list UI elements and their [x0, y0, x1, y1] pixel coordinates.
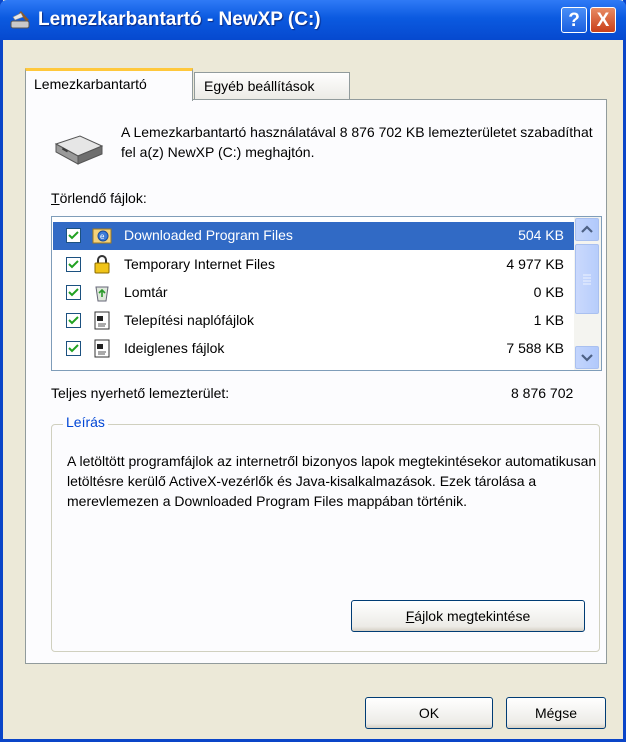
check-icon	[68, 260, 79, 269]
checkbox[interactable]	[66, 228, 81, 243]
chevron-down-icon	[581, 354, 593, 362]
grip-icon	[583, 274, 591, 285]
tab-disk-cleanup[interactable]: Lemezkarbantartó	[25, 68, 193, 101]
checkbox[interactable]	[66, 313, 81, 328]
checkbox[interactable]	[66, 257, 81, 272]
list-item[interactable]: Ideiglenes fájlok 7 588 KB	[53, 335, 574, 363]
total-space-value: 8 876 702	[511, 385, 574, 401]
tab-more-options[interactable]: Egyéb beállítások	[194, 72, 350, 100]
svg-text:e: e	[100, 232, 105, 241]
cancel-button[interactable]: Mégse	[506, 697, 606, 729]
list-item[interactable]: Telepítési naplófájlok 1 KB	[53, 307, 574, 335]
chevron-up-icon	[581, 225, 593, 233]
log-file-icon	[94, 311, 110, 330]
list-item[interactable]: Lomtár 0 KB	[53, 279, 574, 307]
scroll-thumb[interactable]	[575, 244, 599, 314]
check-icon	[68, 316, 79, 325]
recycle-bin-icon	[95, 286, 109, 302]
check-icon	[68, 344, 79, 353]
files-to-delete-label: Törlendő fájlok:	[51, 190, 147, 206]
scroll-down-button[interactable]	[575, 346, 599, 369]
disk-cleanup-icon	[10, 11, 30, 29]
list-item[interactable]: e Downloaded Program Files 504 KB	[53, 222, 574, 250]
title-bar[interactable]: Lemezkarbantartó - NewXP (C:) ? X	[0, 0, 626, 40]
check-icon	[68, 288, 79, 297]
list-item[interactable]: Temporary Internet Files 4 977 KB	[53, 251, 574, 279]
cleanup-description: A Lemezkarbantartó használatával 8 876 7…	[121, 124, 593, 160]
scroll-up-button[interactable]	[575, 218, 599, 241]
description-text: A letöltött programfájlok az internetről…	[67, 453, 597, 509]
disk-cleanup-dialog: Lemezkarbantartó - NewXP (C:) ? X Lemezk…	[0, 0, 626, 742]
hard-drive-icon	[54, 135, 104, 165]
help-button[interactable]: ?	[561, 7, 587, 33]
checkbox[interactable]	[66, 341, 81, 356]
downloaded-files-icon: e	[92, 228, 112, 244]
ok-button[interactable]: OK	[365, 697, 493, 729]
list-scrollbar[interactable]	[574, 217, 601, 370]
close-button[interactable]: X	[590, 7, 616, 33]
files-list[interactable]: e Downloaded Program Files 504 KB Tempor…	[51, 216, 602, 371]
view-files-button[interactable]: Fájlok megtekintése	[351, 600, 585, 632]
description-group-title: Leírás	[63, 414, 108, 430]
window-title: Lemezkarbantartó - NewXP (C:)	[38, 9, 321, 30]
lock-icon	[94, 255, 110, 274]
temp-file-icon	[94, 339, 110, 358]
checkbox[interactable]	[66, 285, 81, 300]
total-space-label: Teljes nyerhető lemezterület:	[51, 385, 230, 401]
check-icon	[68, 231, 79, 240]
